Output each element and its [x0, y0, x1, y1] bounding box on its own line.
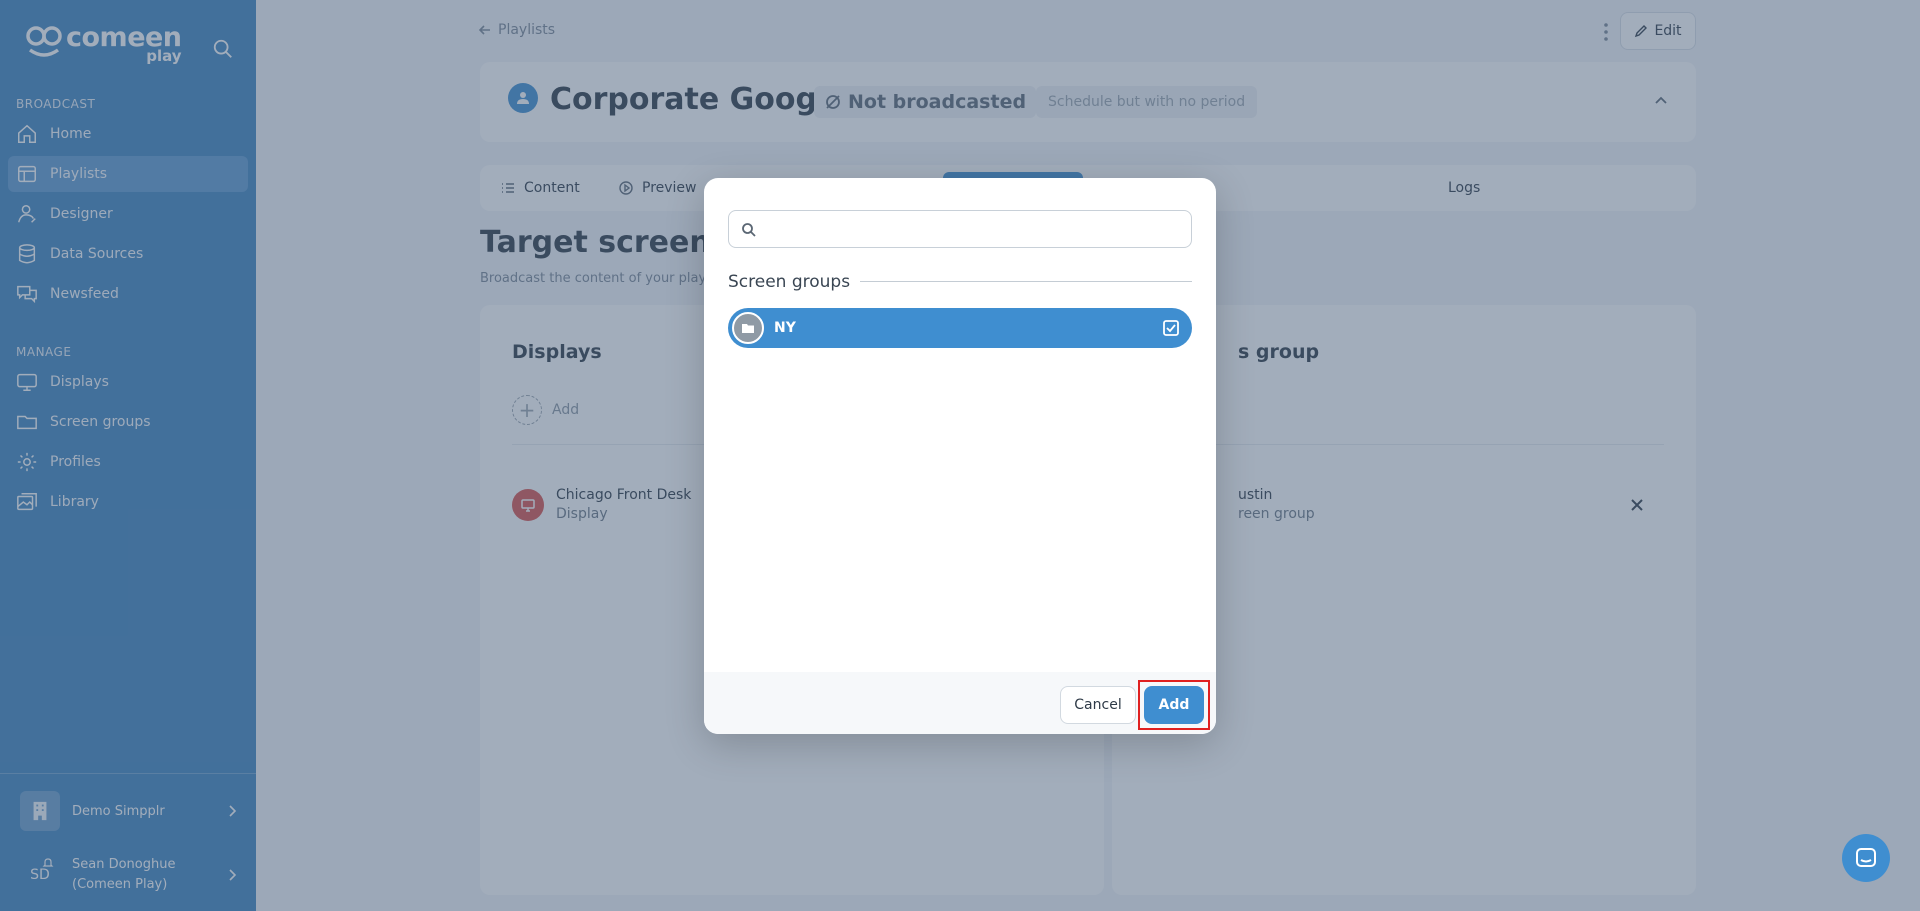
folder-icon — [732, 312, 764, 344]
support-chat-button[interactable] — [1842, 834, 1890, 882]
search-field — [728, 210, 1192, 248]
search-input[interactable] — [765, 211, 1185, 247]
cancel-button[interactable]: Cancel — [1060, 686, 1136, 724]
group-heading: Screen groups — [728, 272, 861, 292]
checkbox-checked-icon[interactable] — [1162, 319, 1180, 337]
search-icon — [742, 223, 756, 237]
add-button[interactable]: Add — [1144, 686, 1204, 724]
list-item-ny[interactable]: NY — [728, 308, 1192, 348]
dialog-footer: Cancel Add — [704, 672, 1216, 734]
add-screen-group-dialog: Screen groups NY Cancel Add — [704, 178, 1216, 734]
list-item-label: NY — [774, 320, 796, 336]
chat-icon — [1856, 848, 1876, 867]
